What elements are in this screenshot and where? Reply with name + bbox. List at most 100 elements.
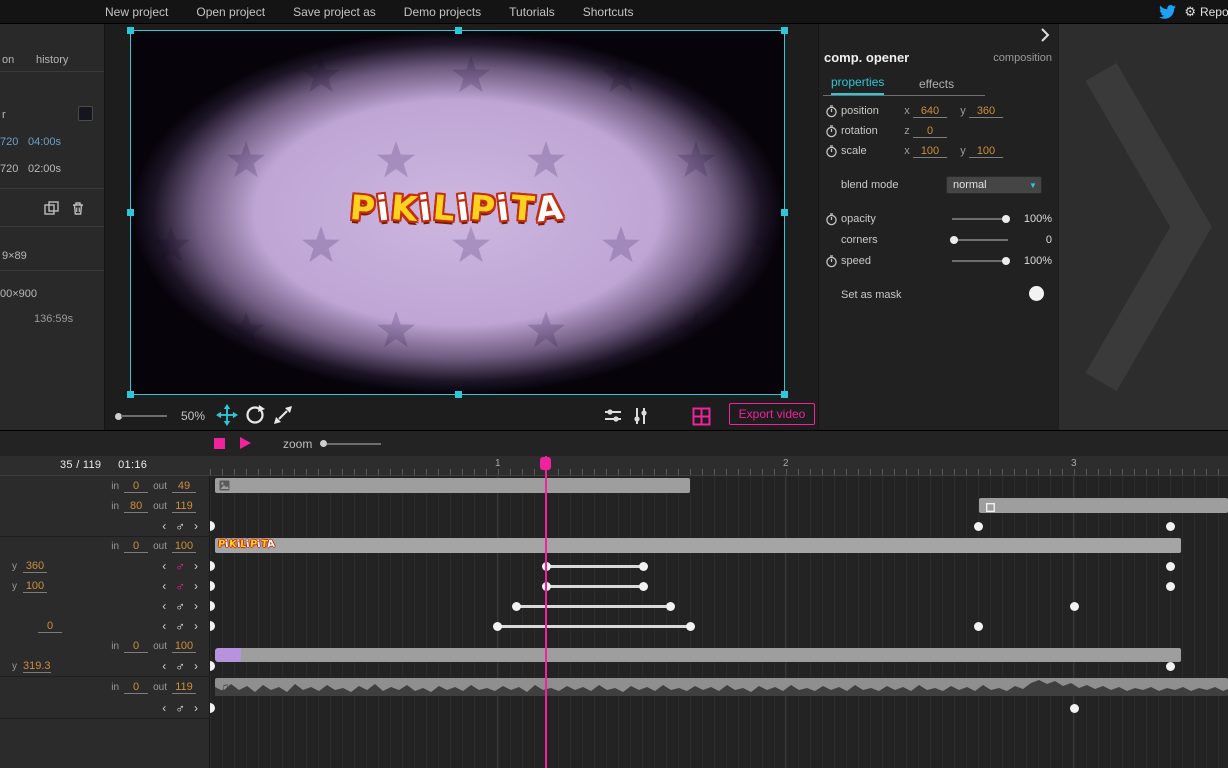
keyframe-dot[interactable] (1166, 582, 1175, 591)
out-field[interactable]: 100 (172, 640, 196, 653)
track-row-clip3[interactable]: in 0 out 100 (0, 636, 210, 656)
stopwatch-icon[interactable] (825, 212, 841, 226)
keyframe-dot[interactable] (974, 522, 983, 531)
param-field[interactable]: 100 (23, 580, 47, 593)
param-field[interactable]: 0 (38, 620, 62, 633)
report-button[interactable]: ⚙ Report (1184, 4, 1228, 20)
comp-size-1[interactable]: 720 (0, 136, 18, 148)
prev-keyframe-icon[interactable]: ‹ (162, 559, 166, 573)
opacity-slider[interactable] (952, 215, 1010, 223)
handle-top-right[interactable] (781, 27, 788, 34)
menu-shortcuts[interactable]: Shortcuts (583, 5, 634, 19)
menu-save-project-as[interactable]: Save project as (293, 5, 376, 19)
prev-keyframe-icon[interactable]: ‹ (162, 659, 166, 673)
track-row-clip1[interactable]: in 0 out 49 (0, 476, 210, 496)
clip-bar-logo[interactable]: PiKiLiPiTA (215, 538, 1181, 553)
next-keyframe-icon[interactable]: › (194, 559, 198, 573)
prev-keyframe-icon[interactable]: ‹ (162, 619, 166, 633)
keyframe-dot[interactable] (1070, 602, 1079, 611)
track-row-clip2[interactable]: in 80 out 119 (0, 496, 210, 516)
keyframe-dot[interactable] (974, 622, 983, 631)
corners-slider-knob[interactable] (950, 236, 958, 244)
asset-dimensions-2[interactable]: 00×900 (0, 288, 37, 300)
set-as-mask-toggle[interactable] (1029, 286, 1044, 301)
next-keyframe-icon[interactable]: › (194, 701, 198, 715)
next-keyframe-icon[interactable]: › (194, 579, 198, 593)
keyframe-dot[interactable] (1166, 562, 1175, 571)
handle-mid-left[interactable] (127, 209, 134, 216)
menu-new-project[interactable]: New project (105, 5, 168, 19)
scale-tool-icon[interactable] (271, 403, 295, 427)
handle-top-left[interactable] (127, 27, 134, 34)
keyframe-dot[interactable] (639, 582, 648, 591)
param-field[interactable]: 360 (23, 560, 47, 573)
track-row-audio[interactable]: in 0 out 119 (0, 676, 210, 698)
out-field[interactable]: 119 (172, 500, 196, 513)
grid-icon[interactable] (689, 404, 713, 428)
keyframe-toggle-icon[interactable]: ♂ (175, 701, 185, 716)
clip-bar-4[interactable] (241, 648, 1181, 662)
prev-keyframe-icon[interactable]: ‹ (162, 579, 166, 593)
play-button[interactable] (240, 437, 251, 449)
next-keyframe-icon[interactable]: › (194, 659, 198, 673)
asset-dimensions-1[interactable]: 9×89 (2, 250, 27, 262)
scale-y-field[interactable]: 100 (969, 145, 1003, 158)
keyframe-dot[interactable] (639, 562, 648, 571)
tab-composition[interactable]: on (2, 54, 14, 66)
export-video-button[interactable]: Export video (729, 403, 815, 425)
move-tool-icon[interactable] (215, 403, 239, 427)
keyframe-toggle-icon[interactable]: ♂ (175, 559, 185, 574)
param-field[interactable]: 319.3 (23, 660, 51, 673)
in-field[interactable]: 0 (124, 540, 149, 553)
menu-tutorials[interactable]: Tutorials (509, 5, 555, 19)
stopwatch-icon[interactable] (825, 144, 841, 158)
blend-mode-dropdown[interactable]: normal ▼ (946, 176, 1042, 194)
clip-bar-1[interactable] (215, 478, 690, 493)
scale-x-field[interactable]: 100 (913, 145, 947, 158)
keyframe-toggle-icon[interactable]: ♂ (175, 519, 185, 534)
stopwatch-icon[interactable] (825, 124, 841, 138)
audio-clip-bar[interactable]: ♫ (215, 678, 1228, 696)
timeline-zoom-slider[interactable] (327, 443, 381, 445)
comp-duration-2[interactable]: 02:00s (28, 163, 61, 175)
speed-slider[interactable] (952, 257, 1010, 265)
in-field[interactable]: 80 (124, 500, 149, 513)
rotate-tool-icon[interactable] (243, 403, 267, 427)
track-row-logo-clip[interactable]: in 0 out 100 (0, 536, 210, 556)
menu-open-project[interactable]: Open project (196, 5, 265, 19)
position-x-field[interactable]: 640 (913, 105, 947, 118)
out-field[interactable]: 100 (172, 540, 196, 553)
out-field[interactable]: 119 (172, 681, 196, 694)
stopwatch-icon[interactable] (825, 254, 841, 268)
canvas-zoom-slider[interactable] (121, 415, 167, 417)
tab-effects[interactable]: effects (919, 77, 954, 95)
trash-icon[interactable] (71, 201, 85, 219)
keyframe-dot[interactable] (512, 602, 521, 611)
position-y-field[interactable]: 360 (969, 105, 1003, 118)
duplicate-icon[interactable] (44, 201, 59, 219)
prev-keyframe-icon[interactable]: ‹ (162, 519, 166, 533)
keyframe-toggle-icon[interactable]: ♂ (175, 619, 185, 634)
menu-demo-projects[interactable]: Demo projects (404, 5, 481, 19)
handle-bottom-right[interactable] (781, 391, 788, 398)
in-field[interactable]: 0 (124, 480, 149, 493)
keyframe-dot[interactable] (1070, 704, 1079, 713)
keyframe-toggle-icon[interactable]: ♂ (175, 599, 185, 614)
keyframe-toggle-icon[interactable]: ♂ (175, 579, 185, 594)
color-swatch[interactable] (78, 106, 93, 121)
collapse-panel-icon[interactable] (1040, 28, 1050, 45)
next-keyframe-icon[interactable]: › (194, 519, 198, 533)
prev-keyframe-icon[interactable]: ‹ (162, 701, 166, 715)
handle-mid-right[interactable] (781, 209, 788, 216)
twitter-icon[interactable] (1159, 5, 1177, 19)
handle-bottom-left[interactable] (127, 391, 134, 398)
keyframe-dot[interactable] (686, 622, 695, 631)
composition-stage[interactable]: PiKiLiPiTA (127, 27, 788, 398)
handle-top-center[interactable] (455, 27, 462, 34)
tab-history[interactable]: history (36, 54, 68, 66)
next-keyframe-icon[interactable]: › (194, 599, 198, 613)
clip-bar-2[interactable] (979, 498, 1228, 513)
stop-button[interactable] (214, 438, 225, 449)
pikilipita-logo[interactable]: PiKiLiPiTA (131, 187, 784, 230)
prev-keyframe-icon[interactable]: ‹ (162, 599, 166, 613)
